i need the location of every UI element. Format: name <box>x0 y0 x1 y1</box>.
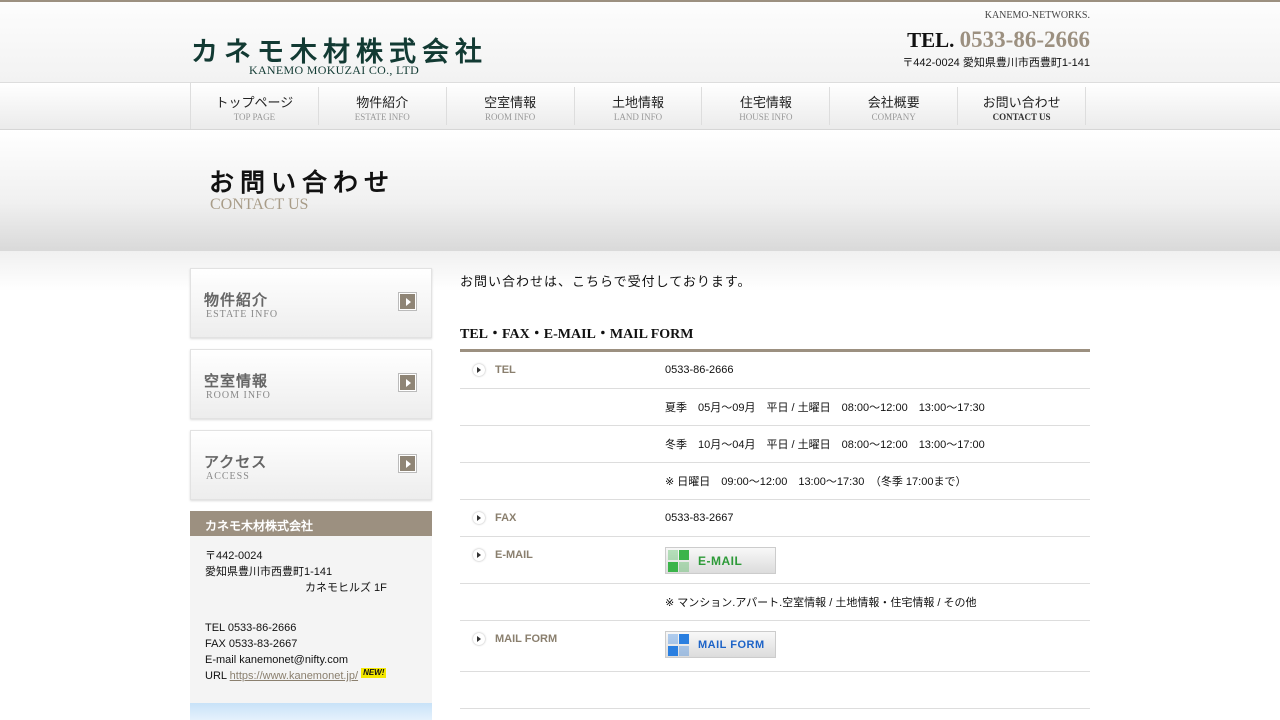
new-badge: NEW! <box>361 668 387 678</box>
arrow-right-icon <box>398 454 417 473</box>
nav-sublabel: CONTACT US <box>992 112 1051 122</box>
mailform-button[interactable]: MAIL FORM <box>665 631 776 658</box>
nav-item-company[interactable]: 会社概要 COMPANY <box>830 87 959 125</box>
nav-label: 空室情報 <box>484 95 537 110</box>
bullet-arrow-icon <box>473 512 485 524</box>
tel-prefix: TEL. <box>907 28 955 52</box>
bullet-arrow-icon <box>473 549 485 561</box>
site-header: カネモ木材株式会社 KANEMO MOKUZAI CO., LTD KANEMO… <box>0 2 1280 83</box>
nav-item-house[interactable]: 住宅情報 HOUSE INFO <box>702 87 831 125</box>
nav-item-estate[interactable]: 物件紹介 ESTATE INFO <box>319 87 447 125</box>
row-label: MAIL FORM <box>460 621 665 645</box>
sidebar-button-sublabel: ACCESS <box>206 471 250 482</box>
nav-sublabel: TOP PAGE <box>233 112 276 122</box>
page-subtitle: CONTACT US <box>210 196 309 213</box>
mailform-button-label: MAIL FORM <box>698 639 765 651</box>
company-address-line2: カネモヒルズ 1F <box>305 582 387 594</box>
row-label: FAX <box>460 512 665 524</box>
contact-row-empty <box>460 672 1090 709</box>
nav-label: 会社概要 <box>867 95 920 110</box>
nav-item-room[interactable]: 空室情報 ROOM INFO <box>447 87 575 125</box>
arrow-right-icon <box>398 292 417 311</box>
url-prefix: URL <box>205 670 230 682</box>
logo-english: KANEMO MOKUZAI CO., LTD <box>249 63 420 77</box>
company-url-link[interactable]: https://www.kanemonet.jp/ <box>230 670 358 682</box>
header-address: 〒442-0024 愛知県豊川市西豊町1-141 <box>902 57 1090 69</box>
mailform-icon <box>668 634 678 644</box>
winter-hours: 冬季 10月～04月 平日 / 土曜日 08:00～12:00 13:00～17… <box>665 439 985 451</box>
email-button-label: E-MAIL <box>698 554 743 568</box>
nav-sublabel: LAND INFO <box>613 112 663 122</box>
nav-sublabel: HOUSE INFO <box>739 112 793 122</box>
nav-sublabel: ROOM INFO <box>485 112 536 122</box>
header-phone: TEL. 0533-86-2666 <box>902 27 1090 53</box>
company-email: E-mail kanemonet@nifty.com <box>205 654 349 666</box>
section-title: TEL・FAX・E-MAIL・MAIL FORM <box>460 323 1090 352</box>
company-address-line1: 愛知県豊川市西豊町1-141 <box>205 566 333 578</box>
contact-row-fax: FAX 0533-83-2667 <box>460 500 1090 537</box>
page-title-banner: お問い合わせ CONTACT US <box>0 130 1280 251</box>
row-label: E-MAIL <box>460 537 665 561</box>
sidebar-button-sublabel: ESTATE INFO <box>206 309 279 320</box>
sidebar-button-label: 物件紹介 <box>204 291 269 309</box>
nav-item-land[interactable]: 土地情報 LAND INFO <box>575 87 703 125</box>
company-url-line: URL https://www.kanemonet.jp/NEW! <box>205 668 417 684</box>
contact-row-sunday-hours: ※ 日曜日 09:00～12:00 13:00～17:30 （冬季 17:00ま… <box>460 463 1090 500</box>
fax-value: 0533-83-2667 <box>665 512 734 524</box>
company-info-box: カネモ木材株式会社 〒442-0024 愛知県豊川市西豊町1-141 カネモヒル… <box>190 511 432 720</box>
content-area: 物件紹介 ESTATE INFO 空室情報 ROOM INFO アクセス ACC… <box>0 251 1280 720</box>
contact-row-email-note: ※ マンション.アパート.空室情報 / 土地情報・住宅情報 / その他 <box>460 584 1090 621</box>
summer-hours: 夏季 05月～09月 平日 / 土曜日 08:00～12:00 13:00～17… <box>665 402 985 414</box>
sidebar-button-access[interactable]: アクセス ACCESS <box>190 430 432 500</box>
sunday-hours: ※ 日曜日 09:00～12:00 13:00～17:30 （冬季 17:00ま… <box>665 476 967 488</box>
nav-item-contact[interactable]: お問い合わせ CONTACT US <box>958 87 1087 125</box>
company-info-body: 〒442-0024 愛知県豊川市西豊町1-141 カネモヒルズ 1F TEL 0… <box>190 536 432 703</box>
nav-label: 物件紹介 <box>356 95 409 110</box>
header-contact: KANEMO-NETWORKS. TEL. 0533-86-2666 〒442-… <box>902 10 1090 70</box>
arrow-right-icon <box>398 373 417 392</box>
intro-text: お問い合わせは、こちらで受付しております。 <box>460 274 752 289</box>
tel-number: 0533-86-2666 <box>959 27 1090 52</box>
sidebar-button-estate[interactable]: 物件紹介 ESTATE INFO <box>190 268 432 338</box>
company-info-title: カネモ木材株式会社 <box>190 511 432 536</box>
main-nav: トップページ TOP PAGE 物件紹介 ESTATE INFO 空室情報 ROOM … <box>0 83 1280 130</box>
contact-row-tel: TEL 0533-86-2666 <box>460 352 1090 389</box>
main-content: お問い合わせは、こちらで受付しております。 TEL・FAX・E-MAIL・MAI… <box>460 271 1090 709</box>
networks-label: KANEMO-NETWORKS. <box>984 10 1090 21</box>
nav-label: 土地情報 <box>612 95 665 110</box>
contact-row-summer-hours: 夏季 05月～09月 平日 / 土曜日 08:00～12:00 13:00～17… <box>460 389 1090 426</box>
building-photo <box>190 703 432 720</box>
contact-row-winter-hours: 冬季 10月～04月 平日 / 土曜日 08:00～12:00 13:00～17… <box>460 426 1090 463</box>
tel-value: 0533-86-2666 <box>665 364 734 376</box>
site-logo[interactable]: カネモ木材株式会社 KANEMO MOKUZAI CO., LTD <box>191 30 488 77</box>
sidebar-button-label: アクセス <box>204 453 268 471</box>
nav-label: 住宅情報 <box>739 95 792 110</box>
email-icon <box>668 550 678 560</box>
nav-sublabel: ESTATE INFO <box>354 112 410 122</box>
bullet-arrow-icon <box>473 633 485 645</box>
contact-row-email: E-MAIL E-MAIL <box>460 537 1090 584</box>
page-title: お問い合わせ <box>209 168 396 197</box>
email-note: ※ マンション.アパート.空室情報 / 土地情報・住宅情報 / その他 <box>665 597 977 609</box>
company-tel: TEL 0533-86-2666 <box>205 622 297 634</box>
sidebar: 物件紹介 ESTATE INFO 空室情報 ROOM INFO アクセス ACC… <box>190 268 432 720</box>
email-button[interactable]: E-MAIL <box>665 547 776 574</box>
sidebar-button-sublabel: ROOM INFO <box>206 390 271 401</box>
contact-row-mailform: MAIL FORM MAIL FORM <box>460 621 1090 672</box>
sidebar-button-label: 空室情報 <box>204 372 269 390</box>
nav-label: トップページ <box>215 95 294 110</box>
sidebar-button-room[interactable]: 空室情報 ROOM INFO <box>190 349 432 419</box>
company-fax: FAX 0533-83-2667 <box>205 638 298 650</box>
nav-sublabel: COMPANY <box>871 112 916 122</box>
bullet-arrow-icon <box>473 364 485 376</box>
nav-item-top[interactable]: トップページ TOP PAGE <box>191 87 319 125</box>
nav-label: お問い合わせ <box>982 95 1061 110</box>
row-label: TEL <box>460 364 665 376</box>
company-postal: 〒442-0024 <box>205 550 263 562</box>
